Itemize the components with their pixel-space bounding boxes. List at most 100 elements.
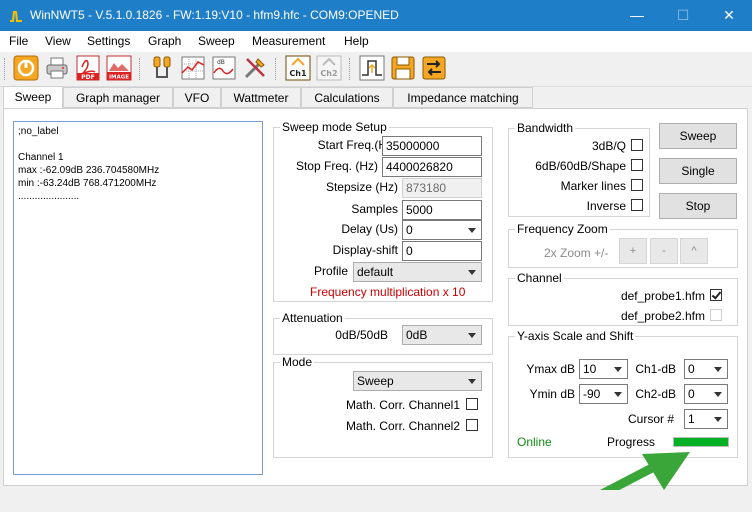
- ch2-icon-label: Ch2: [320, 69, 337, 78]
- pulse-icon[interactable]: [359, 55, 385, 81]
- inverse-checkbox[interactable]: [631, 199, 643, 211]
- minimize-button[interactable]: —: [614, 0, 660, 31]
- display-shift-input[interactable]: 0: [402, 241, 482, 261]
- attenuation-select[interactable]: 0dB: [402, 325, 482, 345]
- probe2-checkbox[interactable]: [710, 309, 722, 321]
- attenuation-title: Attenuation: [280, 311, 345, 325]
- delay-value: 0: [406, 223, 413, 237]
- image-icon-label: IMAGE: [109, 75, 129, 81]
- samples-label: Samples: [351, 202, 398, 216]
- pdf-icon[interactable]: PDF: [75, 55, 101, 81]
- toolbar-separator: [4, 58, 7, 80]
- online-status: Online: [517, 435, 552, 449]
- menu-view[interactable]: View: [45, 34, 71, 48]
- ch1-icon-label: Ch1: [289, 69, 307, 78]
- tab-vfo[interactable]: VFO: [173, 87, 221, 108]
- zoom-reset-button[interactable]: ^: [680, 238, 708, 264]
- ymax-select[interactable]: 10: [579, 359, 628, 379]
- toolbar-separator: [349, 58, 352, 80]
- chevron-down-icon: [614, 367, 622, 372]
- attenuation-value: 0dB: [406, 328, 428, 342]
- ch1-db-select[interactable]: 0: [684, 359, 728, 379]
- tab-calculations[interactable]: Calculations: [301, 87, 393, 108]
- delay-label: Delay (Us): [341, 222, 398, 236]
- marker-lines-checkbox[interactable]: [631, 179, 643, 191]
- grid-icon[interactable]: [180, 55, 206, 81]
- stepsize-input: 873180: [402, 178, 482, 198]
- tab-impedance-matching[interactable]: Impedance matching: [393, 87, 533, 108]
- profile-select[interactable]: default: [353, 262, 482, 282]
- tab-wattmeter[interactable]: Wattmeter: [221, 87, 301, 108]
- ch2-db-value: 0: [688, 387, 695, 401]
- chevron-down-icon: [714, 367, 722, 372]
- image-icon[interactable]: IMAGE: [106, 55, 132, 81]
- chevron-down-icon: [468, 379, 476, 384]
- ch2-icon[interactable]: Ch2: [316, 55, 342, 81]
- zoom-plus-button[interactable]: +: [619, 238, 647, 264]
- math-corr-channel1-checkbox[interactable]: [466, 398, 478, 410]
- measurement-info-box[interactable]: ;no_label Channel 1 max :-62.09dB 236.70…: [13, 121, 263, 475]
- ymin-select[interactable]: -90: [579, 384, 628, 404]
- chevron-down-icon: [614, 392, 622, 397]
- title-bar: WinNWT5 - V.5.1.0.1826 - FW:1.19:V10 - h…: [0, 0, 752, 31]
- tab-sweep[interactable]: Sweep: [3, 86, 63, 109]
- samples-input[interactable]: 5000: [402, 200, 482, 220]
- chevron-down-icon: [714, 392, 722, 397]
- probe2-label: def_probe2.hfm: [620, 309, 705, 323]
- single-button[interactable]: Single: [659, 158, 737, 184]
- pdf-icon-label: PDF: [81, 74, 94, 81]
- zoom-label: 2x Zoom +/-: [544, 246, 609, 260]
- display-shift-label: Display-shift: [332, 243, 398, 257]
- marker-lines-label: Marker lines: [560, 179, 626, 193]
- menu-file[interactable]: File: [9, 34, 28, 48]
- power-icon[interactable]: [13, 55, 39, 81]
- menu-help[interactable]: Help: [344, 34, 369, 48]
- shape-label: 6dB/60dB/Shape: [535, 159, 626, 173]
- mode-select[interactable]: Sweep: [353, 371, 482, 391]
- ymin-value: -90: [583, 387, 601, 401]
- frequency-zoom-title: Frequency Zoom: [515, 222, 610, 236]
- sweep-button[interactable]: Sweep: [659, 123, 737, 149]
- stop-button[interactable]: Stop: [659, 193, 737, 219]
- printer-icon[interactable]: [44, 55, 70, 81]
- ch2-db-select[interactable]: 0: [684, 384, 728, 404]
- menu-measurement[interactable]: Measurement: [252, 34, 325, 48]
- chevron-down-icon: [468, 228, 476, 233]
- math-corr-channel1-label: Math. Corr. Channel1: [345, 398, 460, 412]
- db-curve-icon[interactable]: dB: [211, 55, 237, 81]
- save-icon[interactable]: [390, 55, 416, 81]
- menu-graph[interactable]: Graph: [148, 34, 181, 48]
- 3db-q-checkbox[interactable]: [631, 139, 643, 151]
- chevron-down-icon: [714, 417, 722, 422]
- ch1-icon[interactable]: Ch1: [285, 55, 311, 81]
- y-axis-title: Y-axis Scale and Shift: [515, 329, 636, 343]
- stop-freq-label: Stop Freq. (Hz): [295, 159, 378, 173]
- probe1-checkbox[interactable]: [710, 289, 722, 301]
- delay-select[interactable]: 0: [402, 220, 482, 240]
- toolbar: PDF IMAGE dB Ch1 Ch2: [0, 52, 752, 87]
- maximize-button[interactable]: ☐: [660, 0, 706, 31]
- start-freq-input[interactable]: 35000000: [382, 136, 482, 156]
- tab-graph-manager[interactable]: Graph manager: [63, 87, 173, 108]
- menu-sweep[interactable]: Sweep: [198, 34, 235, 48]
- menu-settings[interactable]: Settings: [87, 34, 130, 48]
- profile-label: Profile: [313, 264, 348, 278]
- shape-checkbox[interactable]: [631, 159, 643, 171]
- math-corr-channel2-checkbox[interactable]: [466, 419, 478, 431]
- app-icon: [10, 11, 22, 22]
- ch2-db-label: Ch2-dB: [635, 387, 676, 401]
- tools-icon[interactable]: [242, 55, 268, 81]
- frequency-multiplication-text: Frequency multiplication x 10: [310, 285, 466, 299]
- close-button[interactable]: ✕: [706, 0, 752, 31]
- ch1-db-value: 0: [688, 362, 695, 376]
- cursor-select[interactable]: 1: [684, 409, 728, 429]
- chevron-down-icon: [468, 333, 476, 338]
- probe-icon[interactable]: [149, 55, 175, 81]
- window-title: WinNWT5 - V.5.1.0.1826 - FW:1.19:V10 - h…: [30, 8, 399, 22]
- 3db-q-label: 3dB/Q: [591, 139, 626, 153]
- transfer-icon[interactable]: [421, 55, 447, 81]
- status-bar: [0, 490, 752, 512]
- zoom-minus-button[interactable]: -: [650, 238, 678, 264]
- stop-freq-input[interactable]: 4400026820: [382, 157, 482, 177]
- stepsize-label: Stepsize (Hz): [325, 180, 398, 194]
